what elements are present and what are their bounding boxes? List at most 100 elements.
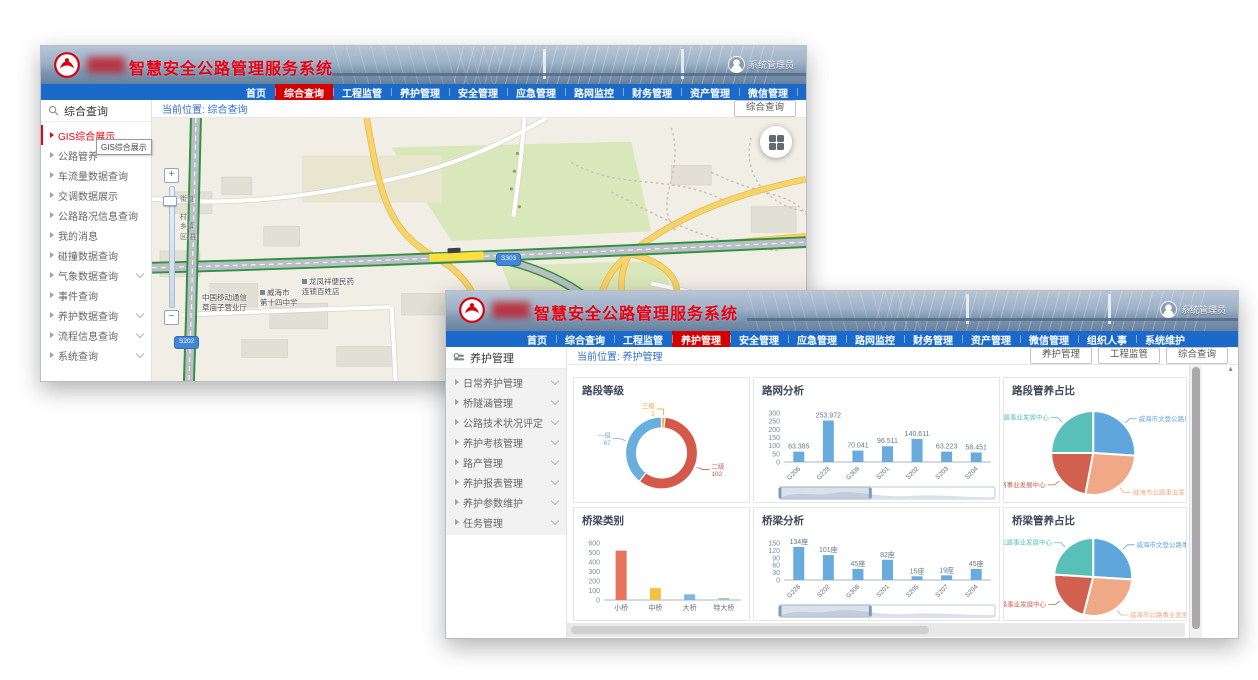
nav-tab-9[interactable]: 微信管理 [739, 84, 797, 100]
zoom-out-button[interactable]: − [164, 310, 179, 325]
nav-tab-10[interactable]: 组织人事 [1078, 331, 1136, 347]
nav-tab-4[interactable]: 安全管理 [449, 84, 507, 100]
slice-0[interactable] [1093, 538, 1132, 579]
nav-tab-7[interactable]: 财务管理 [904, 331, 962, 347]
triangle-icon [50, 232, 54, 238]
sidebar-item-10[interactable]: 流程信息查询 [41, 325, 151, 345]
sidebar-item-4[interactable]: 公路路况信息查询 [41, 205, 151, 225]
corner-button-0[interactable]: 综合查询 [734, 100, 796, 116]
svg-text:三级1: 三级1 [642, 401, 656, 418]
map-layers-grid-button[interactable] [760, 126, 792, 158]
nav-tab-0[interactable]: 首页 [237, 84, 275, 100]
scrollbar-thumb[interactable] [571, 626, 929, 634]
nav-tab-4[interactable]: 安全管理 [730, 331, 788, 347]
slice-3[interactable] [1054, 538, 1093, 577]
breadcrumb-bar: 当前位置: 养护管理 养护管理工程监管综合查询 [567, 347, 1238, 365]
nav-tab-0[interactable]: 首页 [518, 331, 556, 347]
sidebar-item-9[interactable]: 养护数据查询 [41, 305, 151, 325]
datazoom-handle-left[interactable] [779, 606, 782, 616]
user-name: 系统管理员 [1181, 303, 1226, 316]
sidebar-item-1[interactable]: 桥隧涵管理 [446, 392, 566, 412]
vertical-scrollbar[interactable] [1189, 365, 1202, 638]
nav-tab-8[interactable]: 资产管理 [962, 331, 1020, 347]
bar[interactable] [650, 588, 661, 600]
zoom-slider-handle[interactable] [163, 196, 177, 206]
nav-tab-6[interactable]: 路网监控 [565, 84, 623, 100]
nav-tab-11[interactable]: 系统维护 [1136, 331, 1194, 347]
triangle-icon [455, 479, 459, 485]
corner-button-0[interactable]: 养护管理 [1030, 347, 1092, 363]
bar[interactable] [941, 575, 952, 580]
datazoom-handle-right[interactable] [869, 606, 872, 616]
nav-tab-1[interactable]: 综合查询 [275, 84, 333, 100]
sidebar-item-5[interactable]: 养护报表管理 [446, 472, 566, 492]
bar[interactable] [912, 576, 923, 580]
triangle-icon [455, 379, 459, 385]
bar[interactable] [793, 547, 804, 580]
corner-button-2[interactable]: 综合查询 [1166, 347, 1228, 363]
nav-tab-1[interactable]: 综合查询 [556, 331, 614, 347]
bar[interactable] [852, 451, 863, 462]
bar[interactable] [912, 439, 923, 462]
slice-2[interactable] [626, 417, 662, 481]
nav-tab-7[interactable]: 财务管理 [623, 84, 681, 100]
slice-0[interactable] [1093, 411, 1135, 456]
datazoom-handle-right[interactable] [869, 488, 872, 498]
datazoom-handle-left[interactable] [779, 488, 782, 498]
bar[interactable] [823, 421, 834, 462]
bar[interactable] [684, 594, 695, 600]
bar[interactable] [616, 551, 627, 600]
nav-tab-9[interactable]: 微信管理 [1020, 331, 1078, 347]
nav-tab-6[interactable]: 路网监控 [846, 331, 904, 347]
corner-button-1[interactable]: 工程监管 [1098, 347, 1160, 363]
slice-2[interactable] [1051, 453, 1093, 494]
bar[interactable] [882, 560, 893, 580]
svg-text:200: 200 [588, 579, 600, 586]
sidebar-item-3[interactable]: 交调数据展示 [41, 185, 151, 205]
nav-tab-3[interactable]: 养护管理 [391, 84, 449, 100]
sidebar-item-0[interactable]: 日常养护管理 [446, 372, 566, 392]
sidebar-item-2[interactable]: 公路技术状况评定 [446, 412, 566, 432]
maintenance-icon [453, 352, 465, 363]
user-chip[interactable]: 系统管理员 [1160, 301, 1226, 318]
sidebar-item-4[interactable]: 路产管理 [446, 452, 566, 472]
sidebar-header: 综合查询 [41, 100, 151, 122]
nav-tab-8[interactable]: 资产管理 [681, 84, 739, 100]
sidebar-item-5[interactable]: 我的消息 [41, 225, 151, 245]
nav-tab-3[interactable]: 养护管理 [672, 331, 730, 347]
svg-text:S204: S204 [964, 583, 980, 599]
bar[interactable] [882, 446, 893, 462]
zoom-level-label-2: 乡镇 [180, 221, 194, 231]
bar[interactable] [793, 452, 804, 462]
bar[interactable] [941, 452, 952, 462]
bar[interactable] [718, 598, 729, 600]
sidebar-item-8[interactable]: 事件查询 [41, 285, 151, 305]
horizontal-scrollbar[interactable] [567, 623, 1185, 637]
nav-tab-5[interactable]: 应急管理 [788, 331, 846, 347]
bar[interactable] [971, 569, 982, 580]
sidebar-item-3[interactable]: 养护考核管理 [446, 432, 566, 452]
svg-text:二级102: 二级102 [711, 461, 725, 478]
user-chip[interactable]: 系统管理员 [728, 56, 794, 73]
sidebar-item-7[interactable]: 气象数据查询 [41, 265, 151, 285]
nav-tab-5[interactable]: 应急管理 [507, 84, 565, 100]
nav-tab-2[interactable]: 工程监管 [333, 84, 391, 100]
bar[interactable] [852, 569, 863, 580]
app-logo-icon [53, 51, 81, 79]
nav-tab-2[interactable]: 工程监管 [614, 331, 672, 347]
sidebar-item-6[interactable]: 碰撞数据查询 [41, 245, 151, 265]
zoom-in-button[interactable]: + [164, 168, 179, 183]
sidebar-item-6[interactable]: 养护参数维护 [446, 492, 566, 512]
sidebar-item-7[interactable]: 任务管理 [446, 512, 566, 532]
bar[interactable] [823, 555, 834, 580]
scrollbar-thumb[interactable] [1192, 367, 1200, 629]
user-name: 系统管理员 [749, 58, 794, 71]
panel-road-level: 路段等级 三级1二级102一级67 [573, 377, 750, 503]
sidebar-item-2[interactable]: 车流量数据查询 [41, 165, 151, 185]
bar[interactable] [971, 452, 982, 462]
chart-road-level-donut: 三级1二级102一级67 [574, 400, 749, 502]
triangle-icon [50, 352, 54, 358]
nav-tab-10[interactable]: 组织人事 [797, 84, 807, 100]
scroll-up-icon[interactable]: ▲ [1227, 366, 1234, 373]
sidebar-item-11[interactable]: 系统查询 [41, 345, 151, 365]
